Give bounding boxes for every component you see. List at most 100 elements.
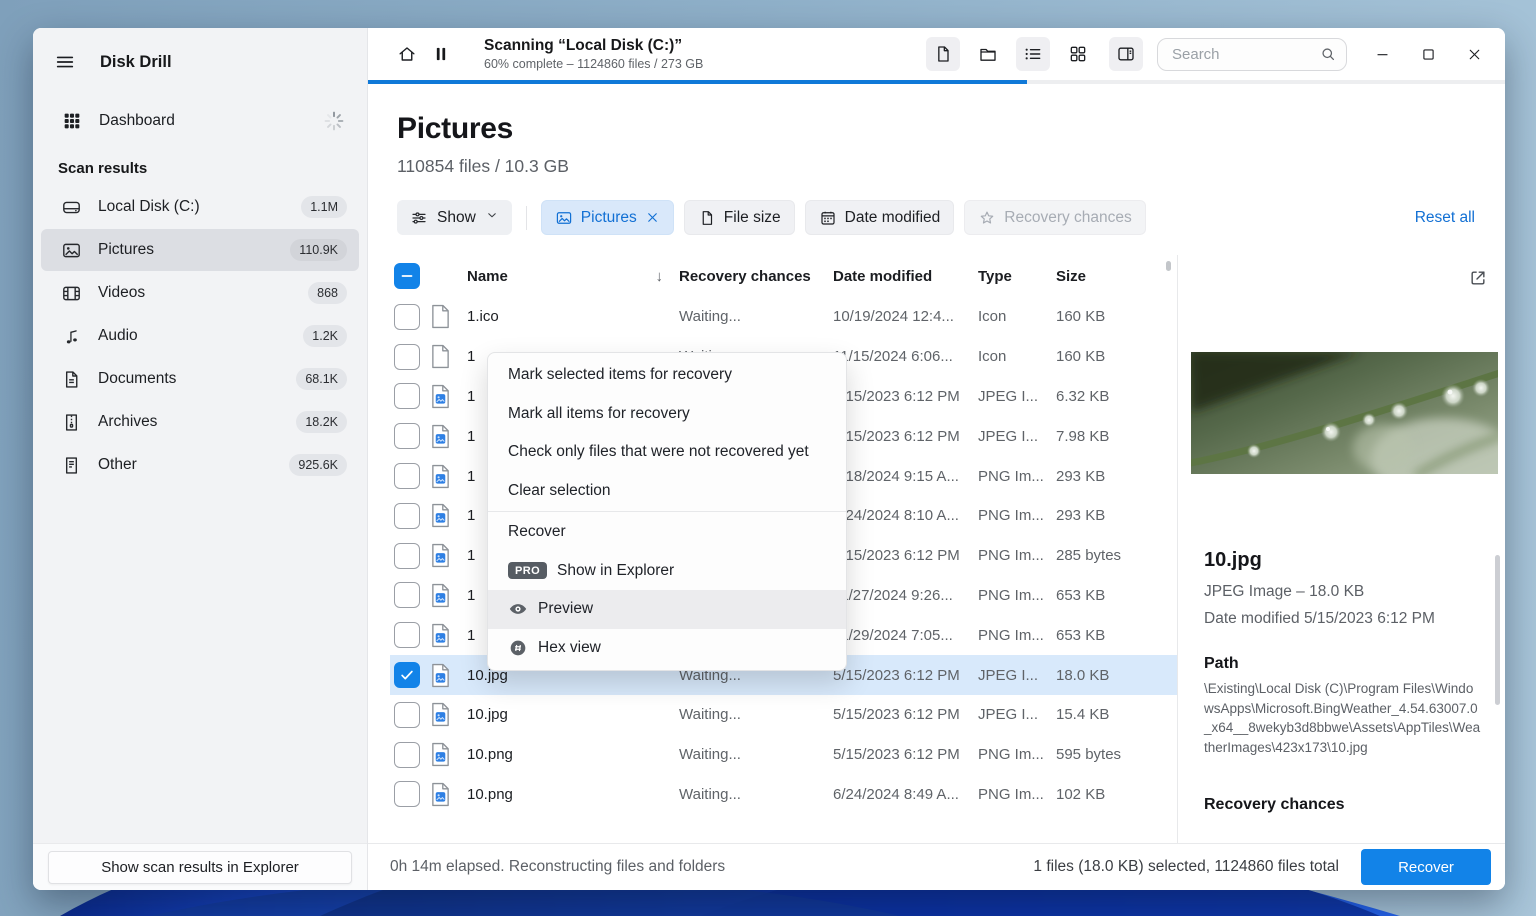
details-path-label: Path bbox=[1204, 655, 1239, 673]
select-all-checkbox[interactable] bbox=[394, 263, 420, 289]
table-row[interactable]: 10.pngWaiting...5/15/2023 6:12 PMPNG Im.… bbox=[390, 735, 1177, 775]
count-badge: 1.1M bbox=[301, 196, 347, 218]
menu-item-mark-selected-items-for-recovery[interactable]: Mark selected items for recovery bbox=[488, 356, 846, 395]
sidebar-item-dashboard[interactable]: Dashboard bbox=[41, 100, 359, 142]
size-cell: 7.98 KB bbox=[1056, 428, 1177, 445]
menu-item-preview[interactable]: Preview bbox=[488, 590, 846, 629]
type-cell: PNG Im... bbox=[978, 547, 1056, 564]
details-recovery-label: Recovery chances bbox=[1204, 796, 1345, 814]
files-view-button[interactable] bbox=[926, 37, 960, 71]
filter-chip-file-size[interactable]: File size bbox=[684, 200, 795, 235]
row-checkbox[interactable] bbox=[394, 781, 420, 807]
filter-chip-label: File size bbox=[724, 209, 781, 227]
sidebar-item-audio[interactable]: Audio1.2K bbox=[41, 315, 359, 357]
documents-icon bbox=[61, 369, 82, 390]
table-row[interactable]: 1.icoWaiting...10/19/2024 12:4...Icon160… bbox=[390, 297, 1177, 337]
date-cell: 5/15/2023 6:12 PM bbox=[833, 547, 978, 564]
column-header-date[interactable]: Date modified bbox=[833, 268, 978, 285]
row-checkbox[interactable] bbox=[394, 344, 420, 370]
menu-item-label: Clear selection bbox=[508, 482, 611, 500]
open-external-button[interactable] bbox=[1463, 263, 1493, 293]
row-checkbox[interactable] bbox=[394, 742, 420, 768]
table-row[interactable]: 10.pngWaiting...6/24/2024 8:49 A...PNG I… bbox=[390, 775, 1177, 815]
menu-item-hex-view[interactable]: Hex view bbox=[488, 629, 846, 668]
recover-button[interactable]: Recover bbox=[1361, 849, 1491, 885]
image-row-icon bbox=[430, 623, 451, 648]
pictures-icon bbox=[555, 209, 573, 227]
row-checkbox[interactable] bbox=[394, 463, 420, 489]
row-checkbox[interactable] bbox=[394, 423, 420, 449]
image-row-icon bbox=[430, 782, 451, 807]
type-cell: Icon bbox=[978, 348, 1056, 365]
sidebar-header: Disk Drill bbox=[33, 28, 367, 80]
sidebar-item-other[interactable]: Other925.6K bbox=[41, 444, 359, 486]
sidebar-item-label: Local Disk (C:) bbox=[98, 198, 200, 216]
show-scan-results-button[interactable]: Show scan results in Explorer bbox=[48, 851, 352, 884]
filter-chip-recovery-chances[interactable]: Recovery chances bbox=[964, 200, 1146, 235]
home-button[interactable] bbox=[390, 37, 424, 71]
pause-scan-button[interactable] bbox=[424, 37, 458, 71]
folders-view-button[interactable] bbox=[971, 37, 1005, 71]
chevron-down-icon bbox=[485, 208, 499, 227]
row-checkbox[interactable] bbox=[394, 662, 420, 688]
row-checkbox[interactable] bbox=[394, 503, 420, 529]
sidebar-item-label: Videos bbox=[98, 284, 145, 302]
column-header-recovery[interactable]: Recovery chances bbox=[679, 268, 833, 285]
sidebar-item-archives[interactable]: Archives18.2K bbox=[41, 401, 359, 443]
date-cell: 11/29/2024 7:05... bbox=[833, 627, 978, 644]
filter-chip-date-modified[interactable]: Date modified bbox=[805, 200, 955, 235]
row-checkbox[interactable] bbox=[394, 582, 420, 608]
reset-all-link[interactable]: Reset all bbox=[1415, 209, 1475, 227]
sidebar-item-pictures[interactable]: Pictures110.9K bbox=[41, 229, 359, 271]
filter-chip-pictures[interactable]: Pictures bbox=[541, 200, 674, 235]
menu-item-check-only-files-that-were-not-recovered-yet[interactable]: Check only files that were not recovered… bbox=[488, 433, 846, 472]
hamburger-menu-icon[interactable] bbox=[47, 44, 83, 80]
menu-item-recover[interactable]: Recover bbox=[488, 513, 846, 552]
row-checkbox[interactable] bbox=[394, 702, 420, 728]
image-row-icon bbox=[430, 583, 451, 608]
row-checkbox[interactable] bbox=[394, 622, 420, 648]
menu-item-label: Mark selected items for recovery bbox=[508, 366, 732, 384]
menu-item-show-in-explorer[interactable]: PROShow in Explorer bbox=[488, 552, 846, 591]
sidebar-item-local-disk-c[interactable]: Local Disk (C:) 1.1M bbox=[41, 186, 359, 228]
sidebar-item-documents[interactable]: Documents68.1K bbox=[41, 358, 359, 400]
row-checkbox[interactable] bbox=[394, 543, 420, 569]
drive-icon bbox=[61, 197, 82, 218]
minimize-button[interactable] bbox=[1359, 36, 1405, 72]
hash-icon bbox=[508, 638, 528, 658]
sidebar-item-videos[interactable]: Videos 868 bbox=[41, 272, 359, 314]
list-view-button[interactable] bbox=[1016, 37, 1050, 71]
column-header-type[interactable]: Type bbox=[978, 268, 1056, 285]
count-badge: 1.2K bbox=[303, 325, 347, 347]
menu-item-mark-all-items-for-recovery[interactable]: Mark all items for recovery bbox=[488, 395, 846, 434]
sidebar-item-label: Archives bbox=[98, 413, 157, 431]
external-link-icon bbox=[1468, 268, 1488, 288]
size-cell: 293 KB bbox=[1056, 468, 1177, 485]
other-icon bbox=[61, 455, 82, 476]
date-cell: 5/15/2023 6:12 PM bbox=[833, 746, 978, 763]
details-panel-toggle-button[interactable] bbox=[1109, 37, 1143, 71]
maximize-button[interactable] bbox=[1405, 36, 1451, 72]
date-cell: 10/19/2024 12:4... bbox=[833, 308, 978, 325]
row-checkbox[interactable] bbox=[394, 304, 420, 330]
sidebar-item-label: Pictures bbox=[98, 241, 154, 259]
show-filter-button[interactable]: Show bbox=[397, 200, 512, 235]
row-checkbox[interactable] bbox=[394, 383, 420, 409]
column-header-size[interactable]: Size bbox=[1056, 268, 1177, 285]
date-cell: 11/27/2024 9:26... bbox=[833, 587, 978, 604]
scan-title: Scanning “Local Disk (C:)” bbox=[484, 37, 703, 55]
table-row[interactable]: 10.jpgWaiting...5/15/2023 6:12 PMJPEG I.… bbox=[390, 695, 1177, 735]
image-row-icon bbox=[430, 503, 451, 528]
pause-icon bbox=[431, 44, 451, 64]
date-cell: 5/15/2023 6:12 PM bbox=[833, 388, 978, 405]
column-header-name[interactable]: Name bbox=[467, 268, 508, 285]
close-button[interactable] bbox=[1451, 36, 1497, 72]
count-badge: 868 bbox=[308, 282, 347, 304]
grid-view-button[interactable] bbox=[1061, 37, 1095, 71]
size-cell: 285 bytes bbox=[1056, 547, 1177, 564]
remove-filter-icon[interactable] bbox=[645, 210, 660, 225]
image-row-icon bbox=[430, 424, 451, 449]
size-cell: 293 KB bbox=[1056, 507, 1177, 524]
menu-item-clear-selection[interactable]: Clear selection bbox=[488, 472, 846, 511]
eye-icon bbox=[508, 599, 528, 619]
